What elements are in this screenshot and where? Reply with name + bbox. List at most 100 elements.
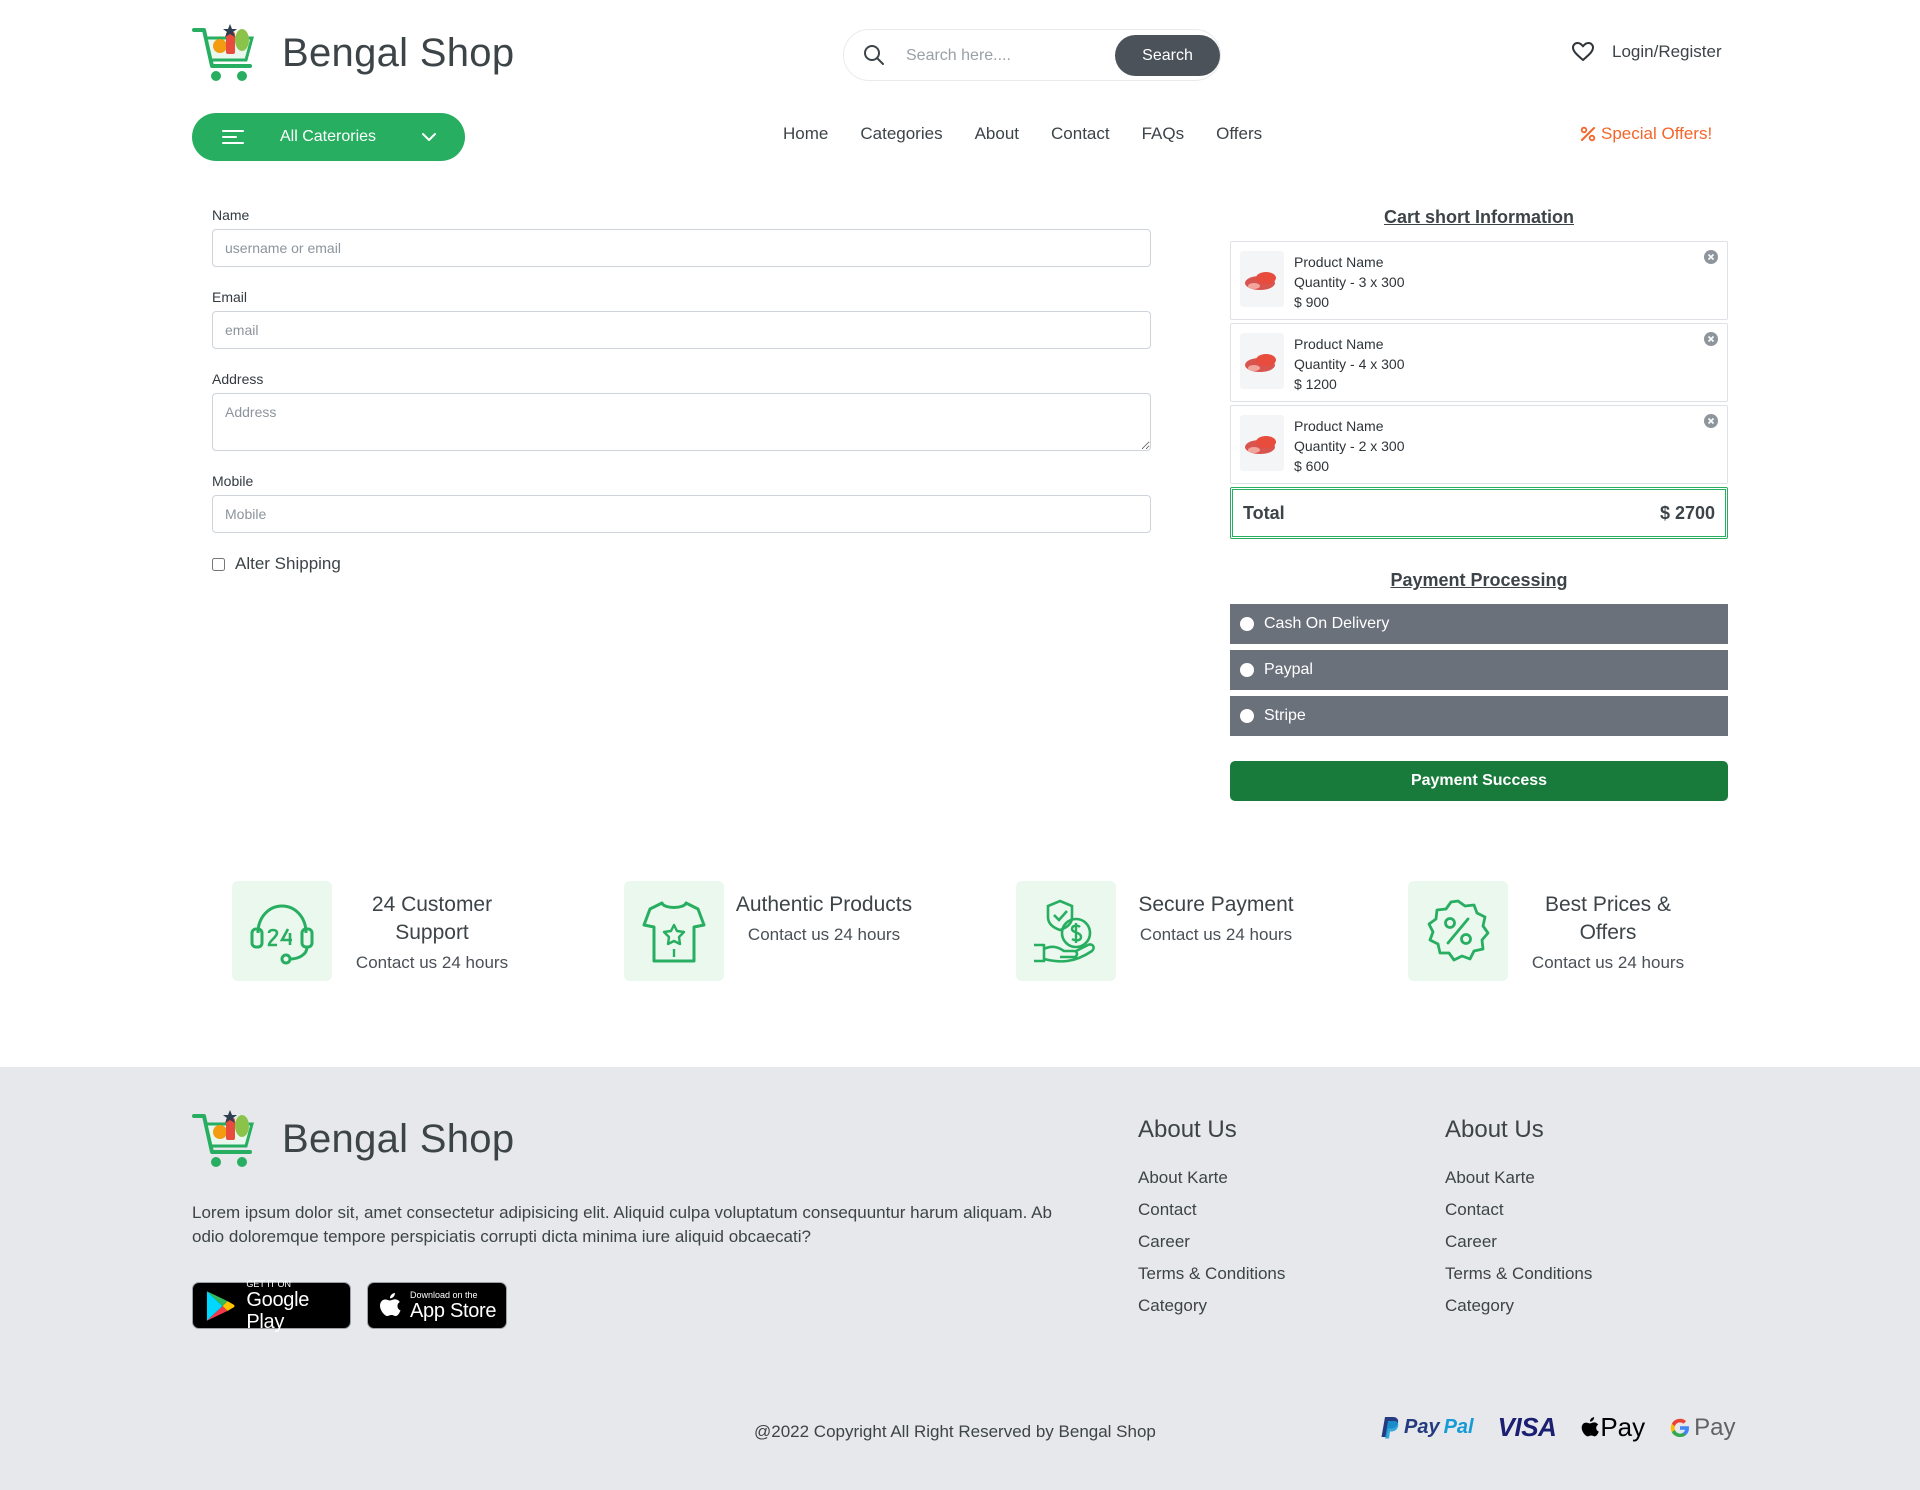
- secure-payment-icon: [1034, 899, 1095, 963]
- meat-product-icon: [1245, 436, 1276, 454]
- name-field[interactable]: [212, 229, 1151, 267]
- nav-categories[interactable]: Categories: [860, 124, 942, 144]
- search-bar: Search: [843, 29, 1221, 81]
- app-store-small-text: Download on the: [410, 1289, 478, 1300]
- brand-logo[interactable]: Bengal Shop: [192, 20, 514, 86]
- paypal-icon: [1381, 1416, 1399, 1438]
- search-button[interactable]: Search: [1115, 35, 1220, 76]
- google-play-icon: [206, 1290, 235, 1321]
- special-offers-label: Special Offers!: [1601, 124, 1713, 143]
- footer-link-terms[interactable]: Terms & Conditions: [1445, 1264, 1592, 1296]
- footer-link-career[interactable]: Career: [1138, 1232, 1285, 1264]
- payment-logos: Pay Pal VISA Pay Pay: [1380, 1412, 1735, 1443]
- product-name: Product Name: [1294, 336, 1384, 352]
- percent-icon: [1580, 126, 1596, 142]
- payment-option-cod[interactable]: Cash On Delivery: [1230, 604, 1728, 644]
- google-pay-text: Pay: [1694, 1413, 1736, 1441]
- product-name: Product Name: [1294, 418, 1384, 434]
- product-quantity: Quantity - 2 x 300: [1294, 438, 1405, 454]
- alter-shipping-checkbox[interactable]: [212, 557, 225, 571]
- nav-home[interactable]: Home: [783, 124, 828, 144]
- remove-item-icon[interactable]: [1703, 249, 1719, 265]
- payment-option-label: Stripe: [1264, 707, 1306, 724]
- payment-success-button[interactable]: Payment Success: [1230, 761, 1728, 801]
- all-categories-label: All Caterories: [280, 128, 377, 145]
- google-g-icon: [1670, 1418, 1690, 1437]
- apple-pay-logo: Pay: [1580, 1412, 1645, 1443]
- apple-icon: [380, 1292, 401, 1316]
- radio-button[interactable]: [1240, 617, 1254, 631]
- paypal-logo: Pay Pal: [1380, 1416, 1474, 1440]
- feature-best-prices: Best Prices & Offers Contact us 24 hours: [1408, 881, 1708, 981]
- chevron-down-icon: [422, 133, 436, 141]
- app-store-big-text: App Store: [410, 1299, 497, 1322]
- google-play-badge[interactable]: GET IT ON Google Play: [192, 1279, 351, 1333]
- nav-faqs[interactable]: FAQs: [1142, 124, 1185, 144]
- meat-product-icon: [1245, 272, 1276, 290]
- footer-link-career[interactable]: Career: [1445, 1232, 1592, 1264]
- remove-item-icon[interactable]: [1703, 413, 1719, 429]
- alter-shipping-label[interactable]: Alter Shipping: [235, 554, 341, 574]
- mobile-label: Mobile: [212, 473, 254, 489]
- footer-column-title: About Us: [1138, 1116, 1237, 1143]
- shopping-cart-logo-icon: [192, 1110, 254, 1167]
- feature-subtitle: Contact us 24 hours: [355, 953, 509, 972]
- remove-item-icon[interactable]: [1703, 331, 1719, 347]
- email-field[interactable]: [212, 311, 1151, 349]
- visa-logo: VISA: [1497, 1412, 1557, 1442]
- footer-brand-name: Bengal Shop: [282, 1116, 515, 1161]
- product-quantity: Quantity - 3 x 300: [1294, 274, 1405, 290]
- alter-shipping: Alter Shipping: [212, 554, 341, 574]
- footer-brand-logo[interactable]: Bengal Shop: [192, 1106, 514, 1172]
- footer-link-contact[interactable]: Contact: [1138, 1200, 1285, 1232]
- feature-title: Authentic Products: [735, 893, 913, 916]
- cart-title: Cart short Information: [1383, 207, 1574, 227]
- radio-button[interactable]: [1240, 709, 1254, 723]
- feature-subtitle: Contact us 24 hours: [1531, 953, 1685, 972]
- address-field[interactable]: [212, 393, 1151, 451]
- product-thumbnail: [1240, 333, 1284, 389]
- mobile-field[interactable]: [212, 495, 1151, 533]
- feature-secure-payment: Secure Payment Contact us 24 hours: [1016, 881, 1316, 981]
- heart-icon[interactable]: [1572, 42, 1594, 62]
- special-offers-link[interactable]: Special Offers!: [1579, 124, 1712, 144]
- search-input[interactable]: [906, 40, 1106, 72]
- product-name: Product Name: [1294, 254, 1384, 270]
- footer-link-contact[interactable]: Contact: [1445, 1200, 1592, 1232]
- login-register[interactable]: Login/Register: [1572, 42, 1722, 62]
- login-register-link[interactable]: Login/Register: [1612, 42, 1722, 62]
- feature-title: 24 Customer Support: [371, 893, 493, 944]
- feature-subtitle: Contact us 24 hours: [747, 925, 901, 944]
- headset-24-icon: [250, 904, 314, 965]
- footer-link-category[interactable]: Category: [1138, 1296, 1285, 1328]
- payment-title: Payment Processing: [1390, 570, 1568, 590]
- footer-link-about-karte[interactable]: About Karte: [1138, 1168, 1285, 1200]
- nav-contact[interactable]: Contact: [1051, 124, 1110, 144]
- footer-link-terms[interactable]: Terms & Conditions: [1138, 1264, 1285, 1296]
- discount-badge-icon: [1427, 899, 1490, 962]
- feature-customer-support: 24 Customer Support Contact us 24 hours: [232, 881, 532, 981]
- app-store-badge[interactable]: Download on the App Store: [367, 1282, 507, 1329]
- feature-title: Secure Payment: [1138, 893, 1294, 916]
- address-label: Address: [212, 371, 264, 387]
- search-icon: [864, 45, 884, 65]
- nav-offers[interactable]: Offers: [1216, 124, 1262, 144]
- footer-link-about-karte[interactable]: About Karte: [1445, 1168, 1592, 1200]
- payment-option-paypal[interactable]: Paypal: [1230, 650, 1728, 690]
- nav-about[interactable]: About: [975, 124, 1019, 144]
- main-nav: Home Categories About Contact FAQs Offer…: [783, 124, 1294, 144]
- all-categories-button[interactable]: All Caterories: [192, 113, 465, 161]
- cart-item: Product Name Quantity - 2 x 300 $ 600: [1230, 405, 1728, 484]
- total-label: Total: [1243, 502, 1285, 523]
- feature-subtitle: Contact us 24 hours: [1139, 925, 1293, 944]
- apple-pay-text: Pay: [1600, 1412, 1646, 1442]
- cart-item: Product Name Quantity - 4 x 300 $ 1200: [1230, 323, 1728, 402]
- product-thumbnail: [1240, 415, 1284, 471]
- footer-column-about-1: About Us About Karte Contact Career Term…: [1138, 1116, 1285, 1328]
- radio-button[interactable]: [1240, 663, 1254, 677]
- tshirt-badge-icon: [642, 901, 706, 963]
- payment-option-stripe[interactable]: Stripe: [1230, 696, 1728, 736]
- menu-lines-icon: [222, 130, 244, 144]
- footer-column-about-2: About Us About Karte Contact Career Term…: [1445, 1116, 1592, 1328]
- footer-link-category[interactable]: Category: [1445, 1296, 1592, 1328]
